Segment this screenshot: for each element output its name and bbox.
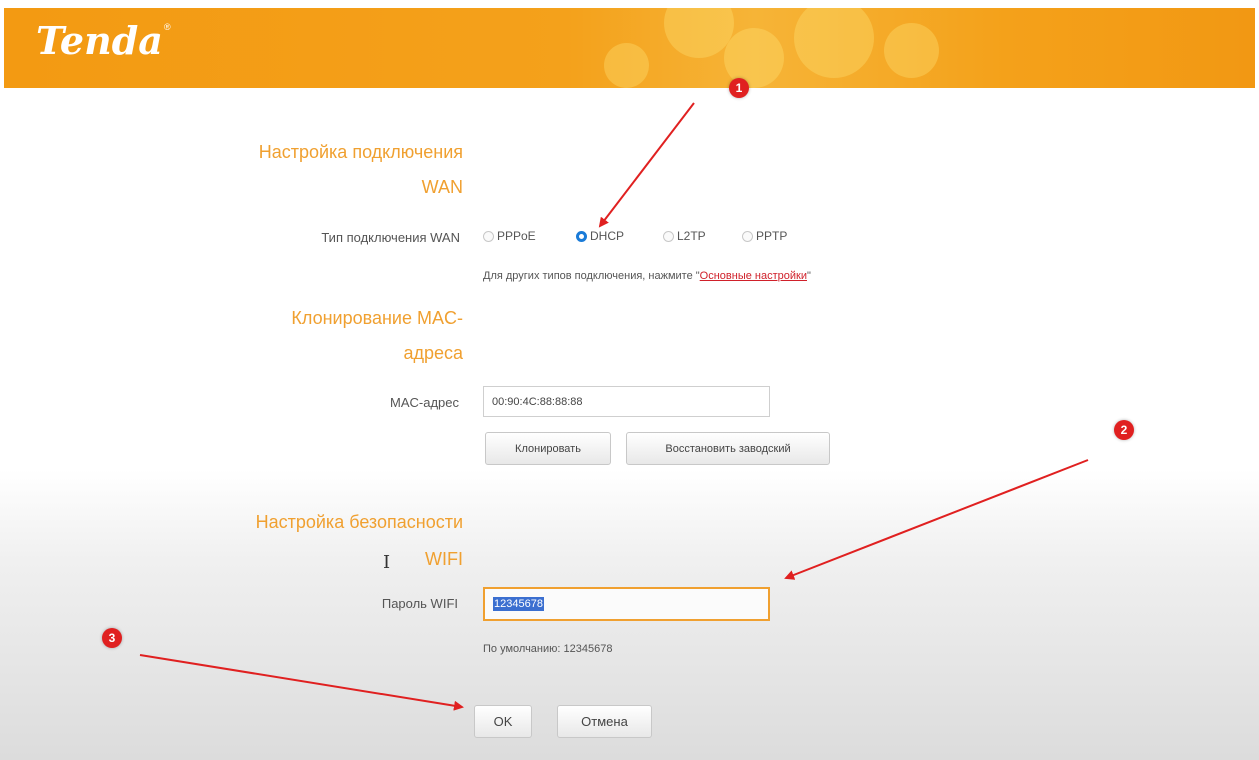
- arrow-to-dhcp: [598, 102, 695, 228]
- arrow-to-ok: [139, 654, 464, 711]
- annotation-arrows: [139, 102, 1089, 711]
- router-settings-page: Tenda ® Настройка подключения WAN Тип по…: [0, 0, 1259, 760]
- annotation-badge-1: 1: [729, 78, 749, 98]
- arrow-to-password: [784, 459, 1089, 580]
- annotation-badge-2: 2: [1114, 420, 1134, 440]
- annotation-badge-3: 3: [102, 628, 122, 648]
